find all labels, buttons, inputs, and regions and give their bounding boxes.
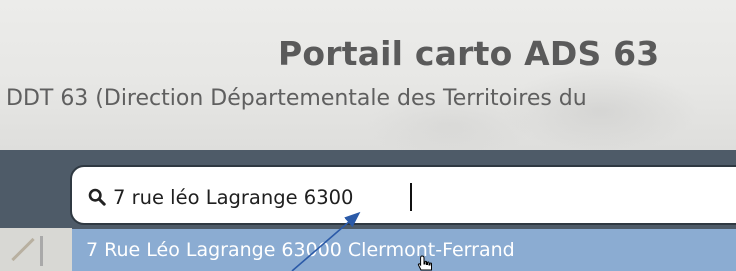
suggestion-item[interactable]: 7 Rue Léo Lagrange 63000 Clermont-Ferran… — [72, 229, 736, 271]
search-icon[interactable] — [88, 188, 106, 206]
header: Portail carto ADS 63 DDT 63 (Direction D… — [0, 0, 736, 150]
page-subtitle: DDT 63 (Direction Départementale des Ter… — [6, 86, 587, 111]
portal-page: Portail carto ADS 63 DDT 63 (Direction D… — [0, 0, 736, 271]
search-input[interactable] — [113, 180, 673, 214]
text-caret — [410, 183, 412, 211]
page-title: Portail carto ADS 63 — [278, 34, 660, 73]
map-background — [0, 228, 72, 271]
